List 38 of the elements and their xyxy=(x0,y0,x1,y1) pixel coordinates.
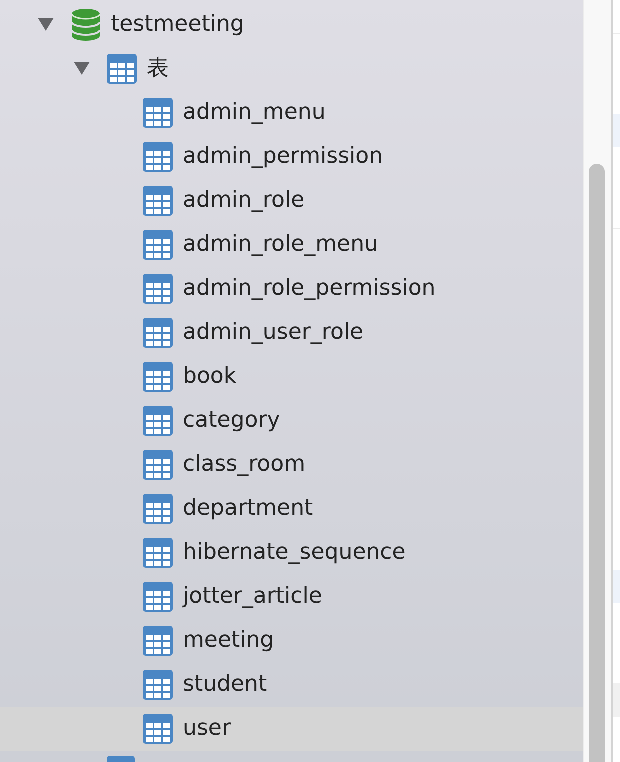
table-icon xyxy=(143,538,173,568)
tree-item[interactable]: admin_menu xyxy=(0,91,583,135)
tree-item[interactable]: admin_permission xyxy=(0,135,583,179)
table-icon xyxy=(143,450,173,480)
tree-item[interactable]: department xyxy=(0,487,583,531)
tree-item[interactable]: admin_role_permission xyxy=(0,267,583,311)
table-icon xyxy=(143,494,173,524)
table-icon xyxy=(143,142,173,172)
tree-item[interactable]: hibernate_sequence xyxy=(0,531,583,575)
table-icon xyxy=(143,186,173,216)
table-icon xyxy=(143,362,173,392)
tree-item[interactable]: 表 xyxy=(0,47,583,91)
tree-item[interactable]: class_room xyxy=(0,443,583,487)
tree-item[interactable]: category xyxy=(0,399,583,443)
tree-item[interactable]: admin_role_menu xyxy=(0,223,583,267)
disclosure-triangle-icon[interactable] xyxy=(38,18,54,30)
tree-item[interactable]: student xyxy=(0,663,583,707)
table-icon xyxy=(143,406,173,436)
table-icon xyxy=(143,582,173,612)
tree-item[interactable]: user xyxy=(0,707,583,751)
table-icon xyxy=(107,54,137,84)
table-icon xyxy=(143,274,173,304)
tree-item[interactable]: testmeeting xyxy=(0,3,583,47)
tree-item[interactable]: book xyxy=(0,355,583,399)
tree-item[interactable]: admin_user_role xyxy=(0,311,583,355)
scrollbar-thumb[interactable] xyxy=(589,164,605,762)
table-icon xyxy=(107,756,135,762)
table-icon xyxy=(143,98,173,128)
table-icon xyxy=(143,230,173,260)
tree-item[interactable]: admin_role xyxy=(0,179,583,223)
table-icon xyxy=(143,318,173,348)
table-icon xyxy=(143,670,173,700)
table-icon xyxy=(143,714,173,744)
disclosure-triangle-icon[interactable] xyxy=(74,62,90,74)
table-icon xyxy=(143,626,173,656)
database-icon xyxy=(72,9,100,41)
tree-item[interactable]: meeting xyxy=(0,619,583,663)
tree-item[interactable]: jotter_article xyxy=(0,575,583,619)
